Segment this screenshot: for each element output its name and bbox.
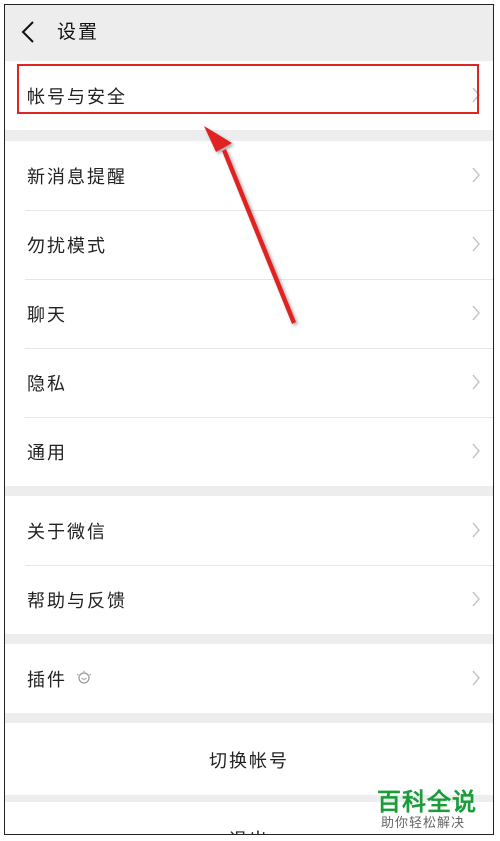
help-feedback-item[interactable]: 帮助与反馈 (5, 565, 493, 634)
preferences-group: 新消息提醒 勿扰模式 聊天 隐私 通用 (5, 141, 493, 486)
chevron-right-icon (472, 443, 480, 459)
back-arrow-icon[interactable] (15, 16, 45, 48)
privacy-item[interactable]: 隐私 (5, 348, 493, 417)
general-item[interactable]: 通用 (5, 417, 493, 486)
about-group: 关于微信 帮助与反馈 (5, 496, 493, 634)
watermark: 百科全说 助你轻松解决 (372, 782, 490, 832)
plugin-bulb-icon (76, 670, 92, 684)
chevron-right-icon (472, 236, 480, 252)
top-bar: 设置 (5, 5, 493, 60)
about-wechat-label: 关于微信 (27, 522, 107, 543)
plugins-label: 插件 (27, 670, 67, 691)
general-label: 通用 (27, 443, 67, 464)
chevron-right-icon (472, 670, 480, 686)
plugin-group: 插件 (5, 644, 493, 713)
about-wechat-item[interactable]: 关于微信 (5, 496, 493, 565)
chat-item[interactable]: 聊天 (5, 279, 493, 348)
chat-label: 聊天 (27, 305, 67, 326)
new-message-notify-label: 新消息提醒 (27, 167, 127, 188)
do-not-disturb-item[interactable]: 勿扰模式 (5, 210, 493, 279)
privacy-label: 隐私 (27, 374, 67, 395)
settings-screen: 设置 帐号与安全 新消息提醒 勿扰模式 聊天 隐私 通用 关于微信 帮助与反馈 … (4, 4, 494, 835)
chevron-right-icon (472, 305, 480, 321)
new-message-notify-item[interactable]: 新消息提醒 (5, 141, 493, 210)
do-not-disturb-label: 勿扰模式 (27, 236, 107, 257)
highlight-box (17, 64, 479, 114)
chevron-right-icon (472, 167, 480, 183)
plugins-item[interactable]: 插件 (5, 644, 493, 713)
help-feedback-label: 帮助与反馈 (27, 591, 127, 612)
chevron-right-icon (472, 591, 480, 607)
page-title: 设置 (57, 21, 100, 43)
chevron-right-icon (472, 374, 480, 390)
watermark-subtitle: 助你轻松解决 (381, 816, 466, 831)
switch-account-label: 切换帐号 (209, 751, 289, 772)
chevron-right-icon (472, 522, 480, 538)
